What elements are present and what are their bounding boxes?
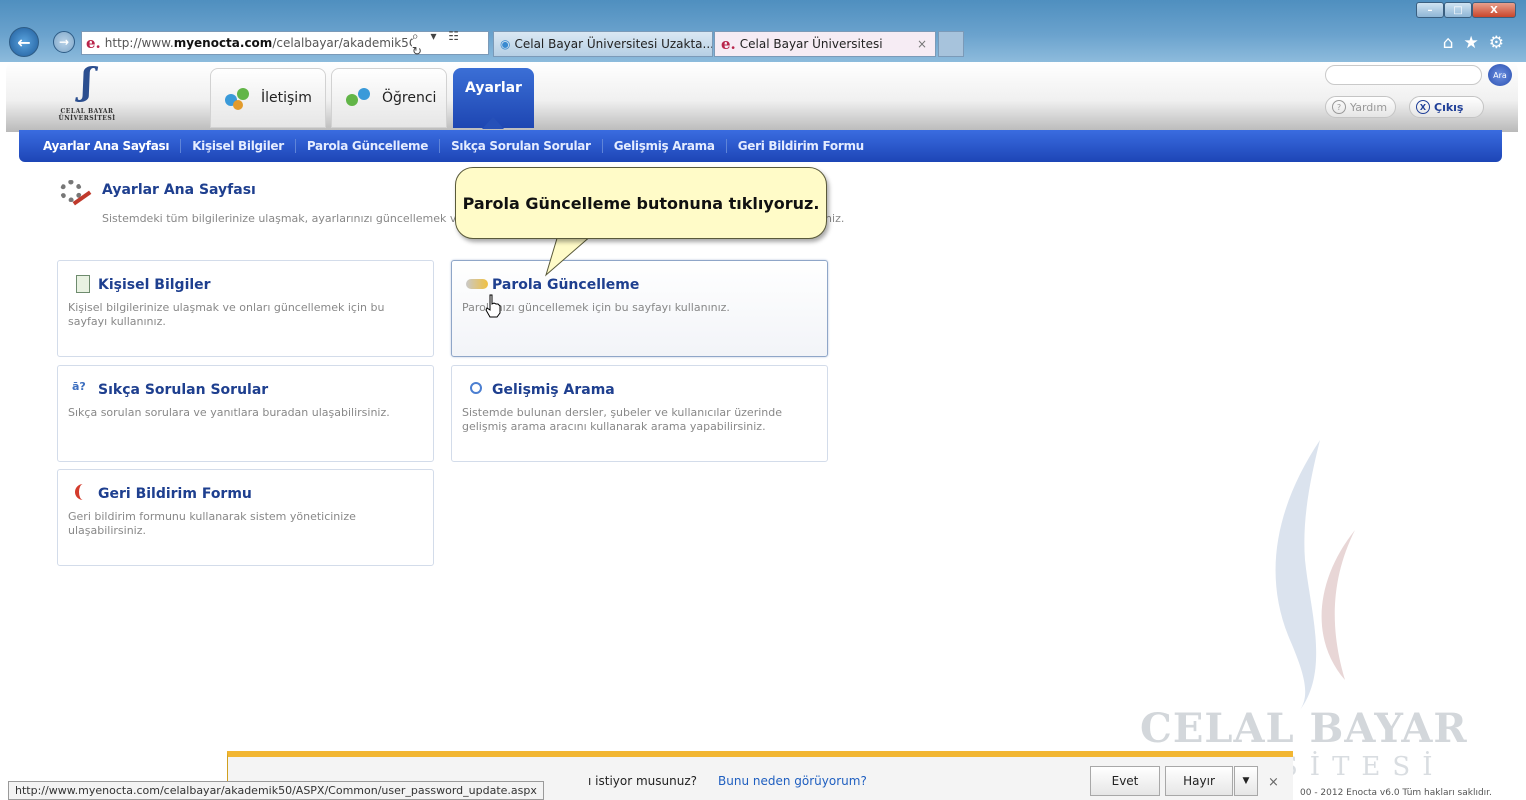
card-title[interactable]: Sıkça Sorulan Sorular — [98, 382, 268, 398]
tab-2-label: Celal Bayar Üniversitesi — [739, 37, 883, 51]
card-geri-bildirim-formu[interactable]: Geri Bildirim Formu Geri bildirim formun… — [57, 469, 434, 566]
forward-button[interactable]: → — [53, 31, 75, 53]
browser-toolbar-icons[interactable]: ⌂★⚙ — [1443, 33, 1514, 53]
university-logo: ʃ CELAL BAYAR ÜNİVERSİTESİ — [52, 64, 122, 124]
subnav-kisisel-bilgiler[interactable]: Kişisel Bilgiler — [181, 139, 296, 153]
address-url-prefix: http://www. — [104, 36, 174, 50]
yes-button[interactable]: Evet — [1090, 766, 1160, 796]
maximize-button[interactable]: □ — [1444, 2, 1472, 18]
subnav-ayarlar-ana-sayfasi[interactable]: Ayarlar Ana Sayfası — [32, 139, 182, 153]
subnav-gelismis-arama[interactable]: Gelişmiş Arama — [603, 139, 727, 153]
subnav-geri-bildirim-formu[interactable]: Geri Bildirim Formu — [727, 139, 875, 153]
callout-tail — [545, 235, 593, 277]
settings-subnav: Ayarlar Ana Sayfası Kişisel Bilgiler Par… — [19, 130, 1502, 162]
status-bar-url: http://www.myenocta.com/celalbayar/akade… — [8, 781, 544, 800]
card-gelismis-arama[interactable]: Gelişmiş Arama Sistemde bulunan dersler,… — [451, 365, 828, 462]
tab-ogrenci[interactable]: Öğrenci — [331, 68, 447, 128]
students-icon — [344, 86, 372, 110]
exit-label: Çıkış — [1434, 100, 1464, 114]
close-icon[interactable]: × — [1268, 775, 1279, 790]
search-input[interactable] — [1325, 65, 1482, 85]
close-window-button[interactable]: X — [1472, 2, 1516, 18]
exit-icon: X — [1416, 100, 1430, 114]
magnifier-icon — [466, 380, 488, 400]
card-title[interactable]: Parola Güncelleme — [492, 277, 639, 293]
tab-ogrenci-label: Öğrenci — [382, 90, 437, 106]
browser-tab-1[interactable]: ◉ Celal Bayar Üniversitesi Uzakta... — [493, 31, 713, 57]
subnav-parola-guncelleme[interactable]: Parola Güncelleme — [296, 139, 441, 153]
hand-cursor-icon — [485, 294, 501, 318]
settings-gear-icon — [60, 180, 94, 210]
tab-1-label: Celal Bayar Üniversitesi Uzakta... — [514, 37, 713, 51]
card-description: Parolanızı güncellemek için bu sayfayı k… — [462, 301, 730, 314]
ie-tab-icon: e. — [721, 35, 736, 53]
faq-icon: ā? — [72, 380, 94, 400]
minimize-button[interactable]: – — [1416, 2, 1444, 18]
card-title[interactable]: Kişisel Bilgiler — [98, 277, 211, 293]
card-description: Geri bildirim formunu kullanarak sistem … — [68, 510, 356, 537]
address-bar[interactable]: e. http://www.myenocta.com/celalbayar/ak… — [81, 29, 489, 58]
feedback-icon — [72, 484, 94, 504]
watermark-text: CELAL BAYAR — [1140, 705, 1468, 752]
footer-copyright: 00 - 2012 Enocta v6.0 Tüm hakları saklıd… — [1300, 788, 1492, 798]
address-actions-icons[interactable]: ⌕ ▾ ☷ ↻ — [412, 29, 482, 58]
address-url[interactable]: http://www.myenocta.com/celalbayar/akade… — [105, 36, 412, 50]
back-button[interactable]: ← — [9, 27, 39, 57]
browser-tab-2[interactable]: e. Celal Bayar Üniversitesi × — [714, 31, 936, 57]
help-button[interactable]: ? Yardım — [1325, 96, 1396, 118]
tab-iletisim-label: İletişim — [261, 90, 312, 106]
tab-ayarlar-label: Ayarlar — [465, 80, 522, 96]
people-icon — [223, 86, 251, 110]
no-button[interactable]: Hayır — [1165, 766, 1233, 796]
why-am-i-seeing-this-link[interactable]: Bunu neden görüyorum? — [718, 774, 867, 788]
card-description: Kişisel bilgilerinize ulaşmak ve onları … — [68, 301, 385, 328]
document-icon — [72, 275, 94, 295]
new-tab-button[interactable] — [938, 31, 964, 57]
address-url-path: /celalbayar/akademik5C — [272, 36, 412, 50]
page-description: Sistemdeki tüm bilgilerinize ulaşmak, ay… — [102, 212, 464, 225]
card-title[interactable]: Geri Bildirim Formu — [98, 486, 252, 502]
card-kisisel-bilgiler[interactable]: Kişisel Bilgiler Kişisel bilgilerinize u… — [57, 260, 434, 357]
card-description: Sistemde bulunan dersler, şubeler ve kul… — [462, 406, 783, 433]
instruction-callout: Parola Güncelleme butonuna tıklıyoruz. — [455, 167, 827, 239]
tab-favicon-icon: ◉ — [500, 37, 511, 51]
help-icon: ? — [1332, 100, 1346, 114]
help-label: Yardım — [1350, 100, 1388, 114]
tab-iletisim[interactable]: İletişim — [210, 68, 326, 128]
logo-flame-icon: ʃ — [81, 61, 93, 103]
watermark-flame-icon — [1275, 440, 1355, 710]
exit-button[interactable]: X Çıkış — [1409, 96, 1484, 118]
active-tab-caret — [482, 117, 504, 129]
faq-icon-glyph: ā? — [72, 380, 86, 393]
card-title[interactable]: Gelişmiş Arama — [492, 382, 615, 398]
address-url-host: myenocta.com — [173, 36, 273, 50]
ie-page-icon: e. — [86, 34, 101, 52]
window-controls: – □ X — [1416, 2, 1516, 18]
callout-text: Parola Güncelleme butonuna tıklıyoruz. — [462, 193, 820, 213]
chevron-down-icon[interactable]: ▼ — [1234, 766, 1258, 796]
card-description: Sıkça sorulan sorulara ve yanıtlara bura… — [68, 406, 390, 419]
card-sikca-sorulan-sorular[interactable]: ā? Sıkça Sorulan Sorular Sıkça sorulan s… — [57, 365, 434, 462]
notification-question: ı istiyor musunuz? — [588, 774, 697, 788]
search-button[interactable]: Ara — [1488, 64, 1512, 86]
tab-close-icon[interactable]: × — [917, 37, 927, 51]
key-icon — [466, 275, 488, 295]
page-title: Ayarlar Ana Sayfası — [102, 182, 256, 198]
watermark-subtext: SİTESİ — [1280, 752, 1445, 782]
logo-text: CELAL BAYAR ÜNİVERSİTESİ — [58, 108, 116, 122]
card-parola-guncelleme[interactable]: Parola Güncelleme Parolanızı güncellemek… — [451, 260, 828, 357]
subnav-sikca-sorulan-sorular[interactable]: Sıkça Sorulan Sorular — [440, 139, 603, 153]
